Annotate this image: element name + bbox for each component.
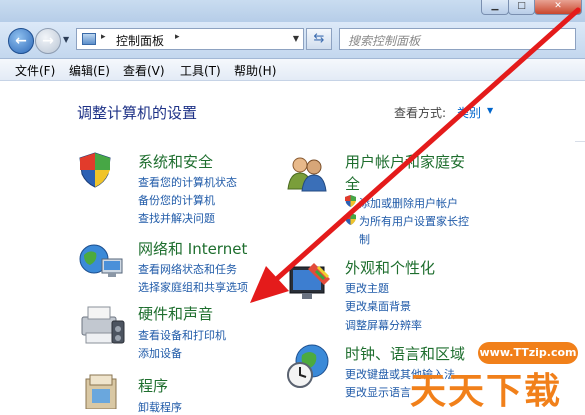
watermark-brand: 天天下载 (410, 371, 563, 412)
watermark-site-badge: www.TTzip.com (478, 342, 578, 364)
